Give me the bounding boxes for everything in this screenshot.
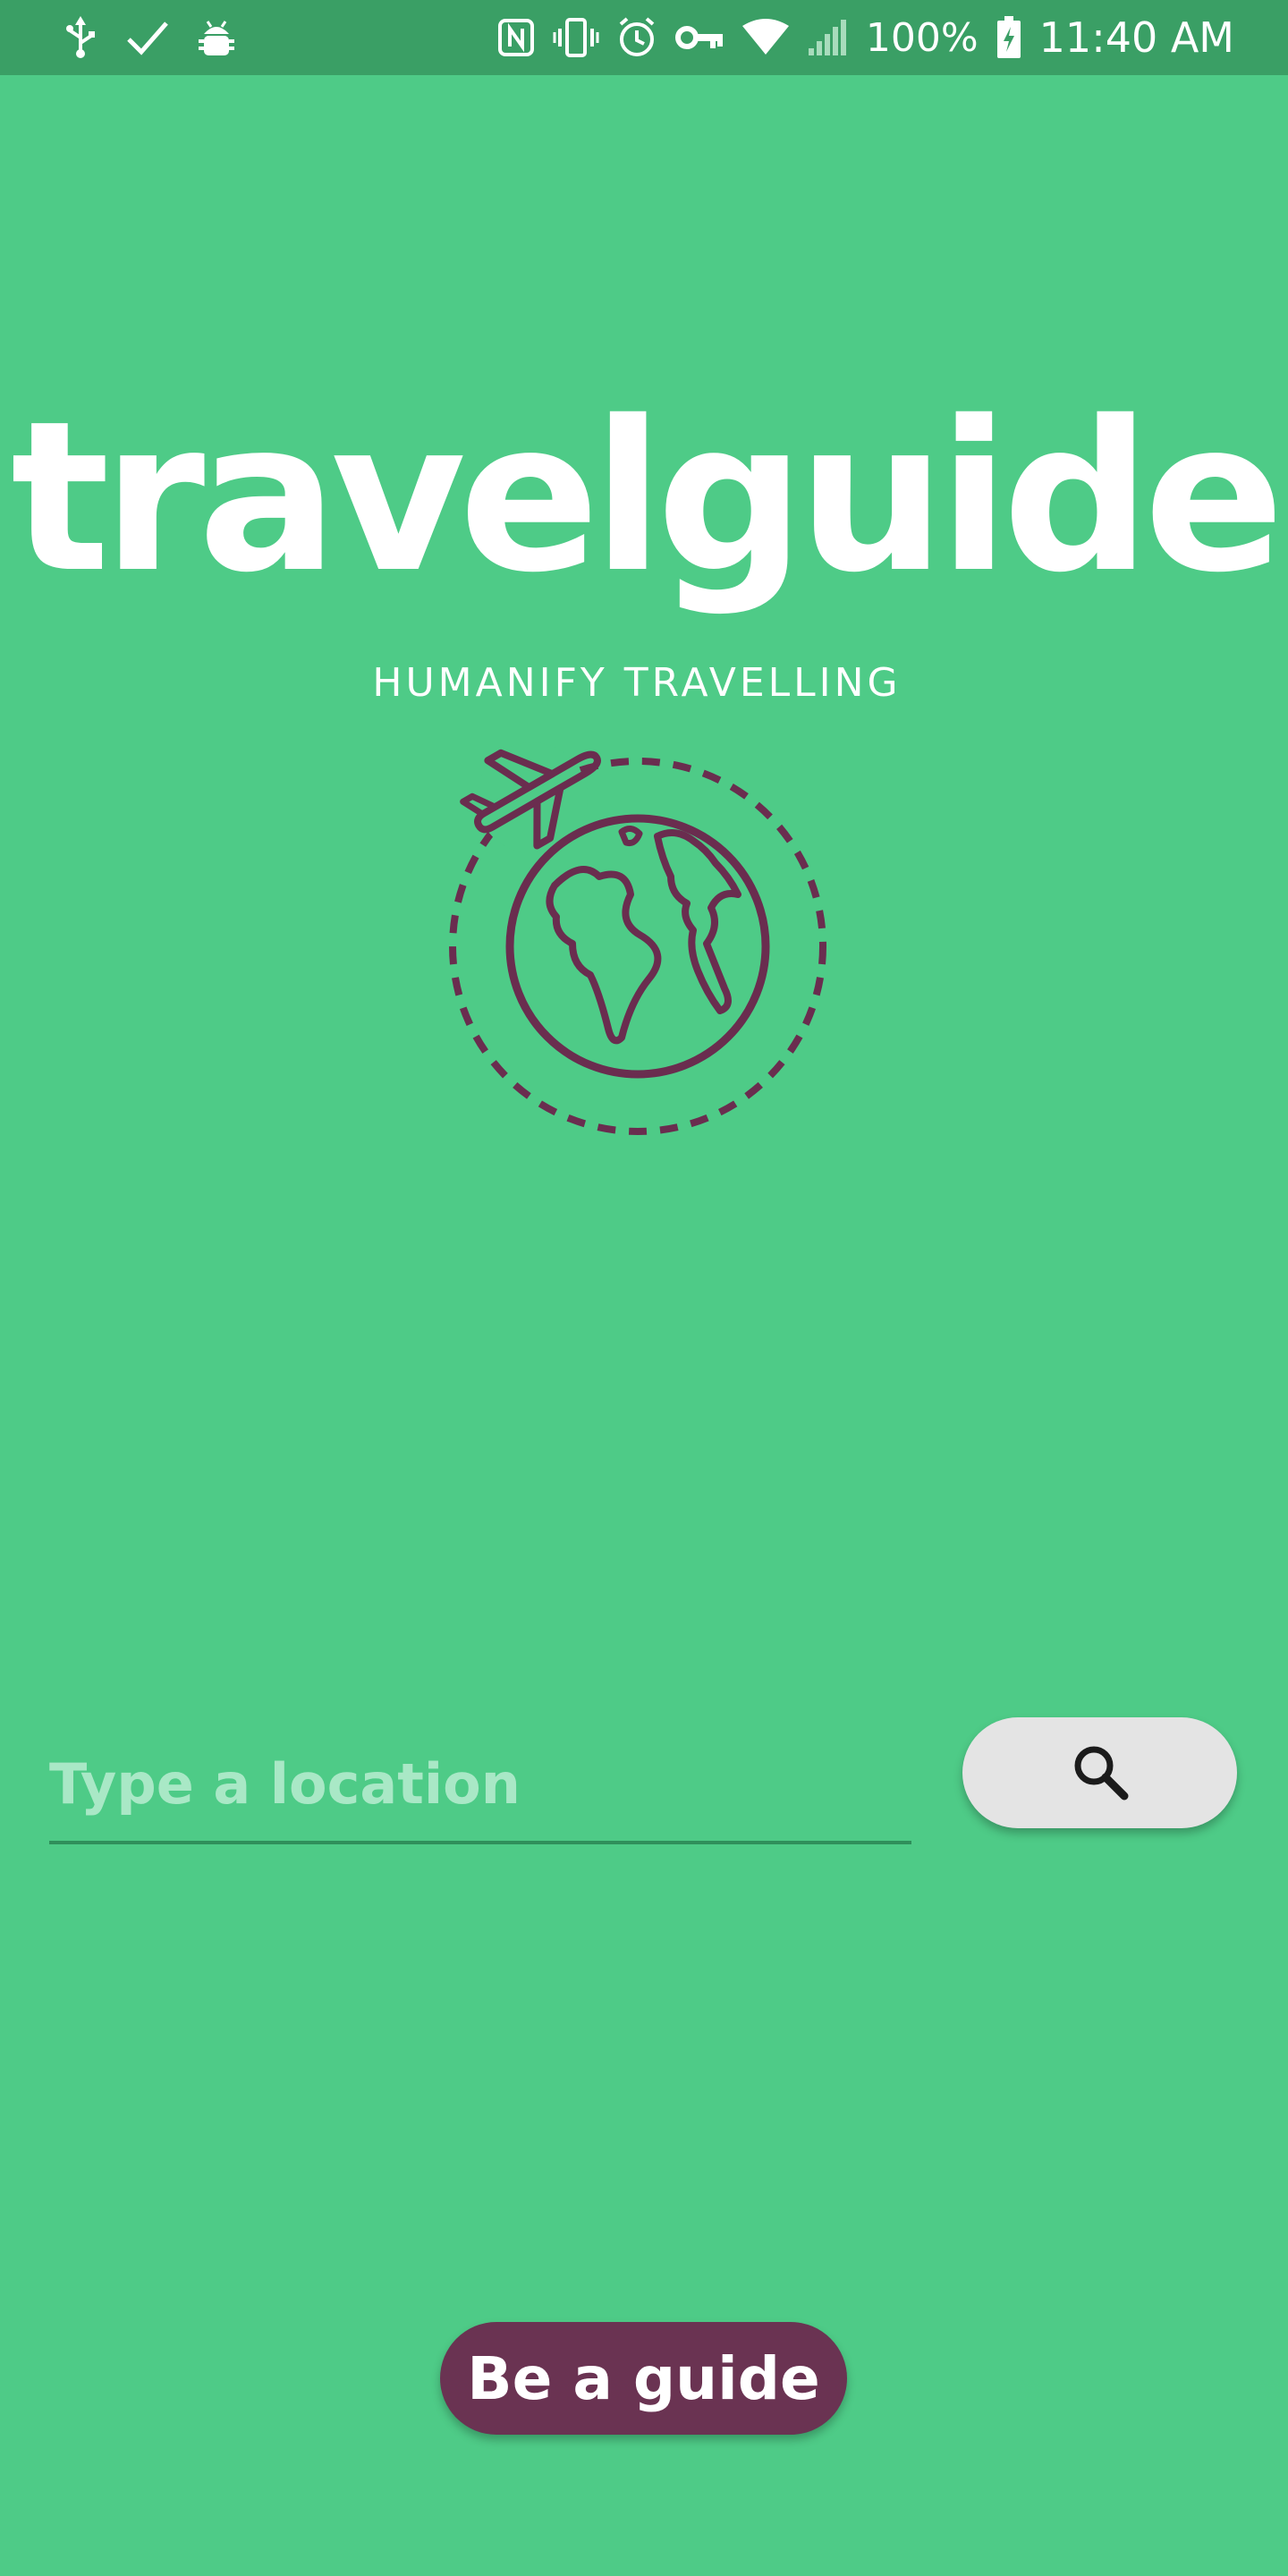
usb-icon (63, 16, 98, 59)
status-bar-left-icons (63, 16, 236, 59)
battery-percentage: 100% (865, 14, 979, 61)
clock-time: 11:40 AM (1038, 13, 1234, 62)
search-button[interactable] (962, 1717, 1237, 1828)
globe-with-airplane-icon (447, 742, 832, 1145)
status-bar-right-icons: 100% 11:40 AM (497, 0, 1234, 75)
alarm-icon (617, 17, 657, 58)
status-bar: 100% 11:40 AM (0, 0, 1288, 75)
be-a-guide-button[interactable]: Be a guide (440, 2322, 847, 2435)
search-icon (1071, 1742, 1130, 1804)
app-logo-tagline: HUMANIFY TRAVELLING (372, 660, 902, 706)
check-icon (125, 16, 170, 59)
vibrate-icon (553, 16, 599, 59)
location-search-input[interactable] (49, 1726, 911, 1844)
nfc-icon (497, 18, 535, 57)
wifi-icon (741, 19, 789, 56)
battery-charging-icon (996, 16, 1021, 59)
cell-signal-icon (807, 18, 848, 57)
android-debug-icon (197, 16, 236, 59)
app-logo-title: travelguide (10, 377, 1284, 618)
vpn-key-icon (674, 20, 724, 55)
